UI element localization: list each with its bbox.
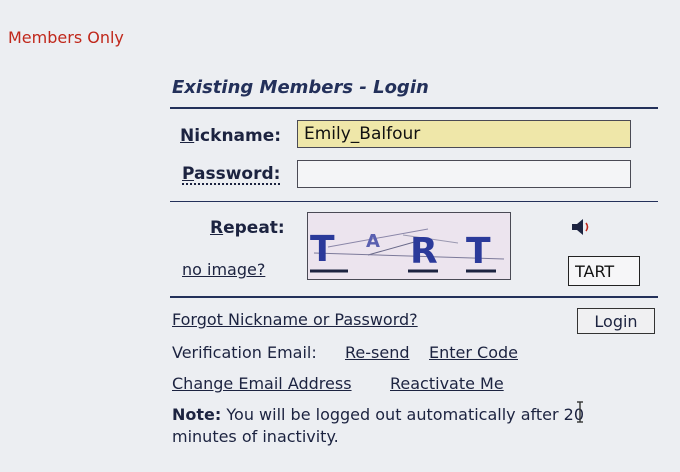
password-input[interactable] [297,160,631,188]
verification-email-label: Verification Email: [172,343,317,362]
enter-code-link[interactable]: Enter Code [429,343,518,362]
nickname-input[interactable] [297,120,631,148]
members-only-heading: Members Only [8,28,124,47]
nickname-label: Nickname: [180,126,282,146]
password-label: Password: [182,164,281,185]
change-email-link[interactable]: Change Email Address [172,374,352,393]
captcha-char: T [466,231,491,272]
captcha-answer-input[interactable] [568,256,640,286]
login-title: Existing Members - Login [172,77,429,98]
note-label: Note: [172,405,222,424]
reactivate-link[interactable]: Reactivate Me [390,374,504,393]
captcha-char: R [410,231,438,272]
captcha-char: T [310,229,335,270]
speaker-icon[interactable] [570,216,592,238]
captcha-repeat-label: Repeat: [210,218,285,238]
no-image-link[interactable]: no image? [182,260,265,279]
text-cursor-icon [577,401,583,423]
captcha-divider [170,296,658,298]
captcha-image: T A R T [307,212,511,280]
inactivity-note: Note: You will be logged out automatical… [172,404,642,448]
resend-link[interactable]: Re-send [345,343,410,362]
page: { "header": { "members_only": "Members O… [0,0,680,472]
note-text: You will be logged out automatically aft… [172,405,585,446]
login-button[interactable]: Login [577,308,655,334]
forgot-credentials-link[interactable]: Forgot Nickname or Password? [172,310,418,329]
title-divider [170,107,658,109]
password-divider [170,201,658,202]
captcha-char: A [366,231,380,252]
